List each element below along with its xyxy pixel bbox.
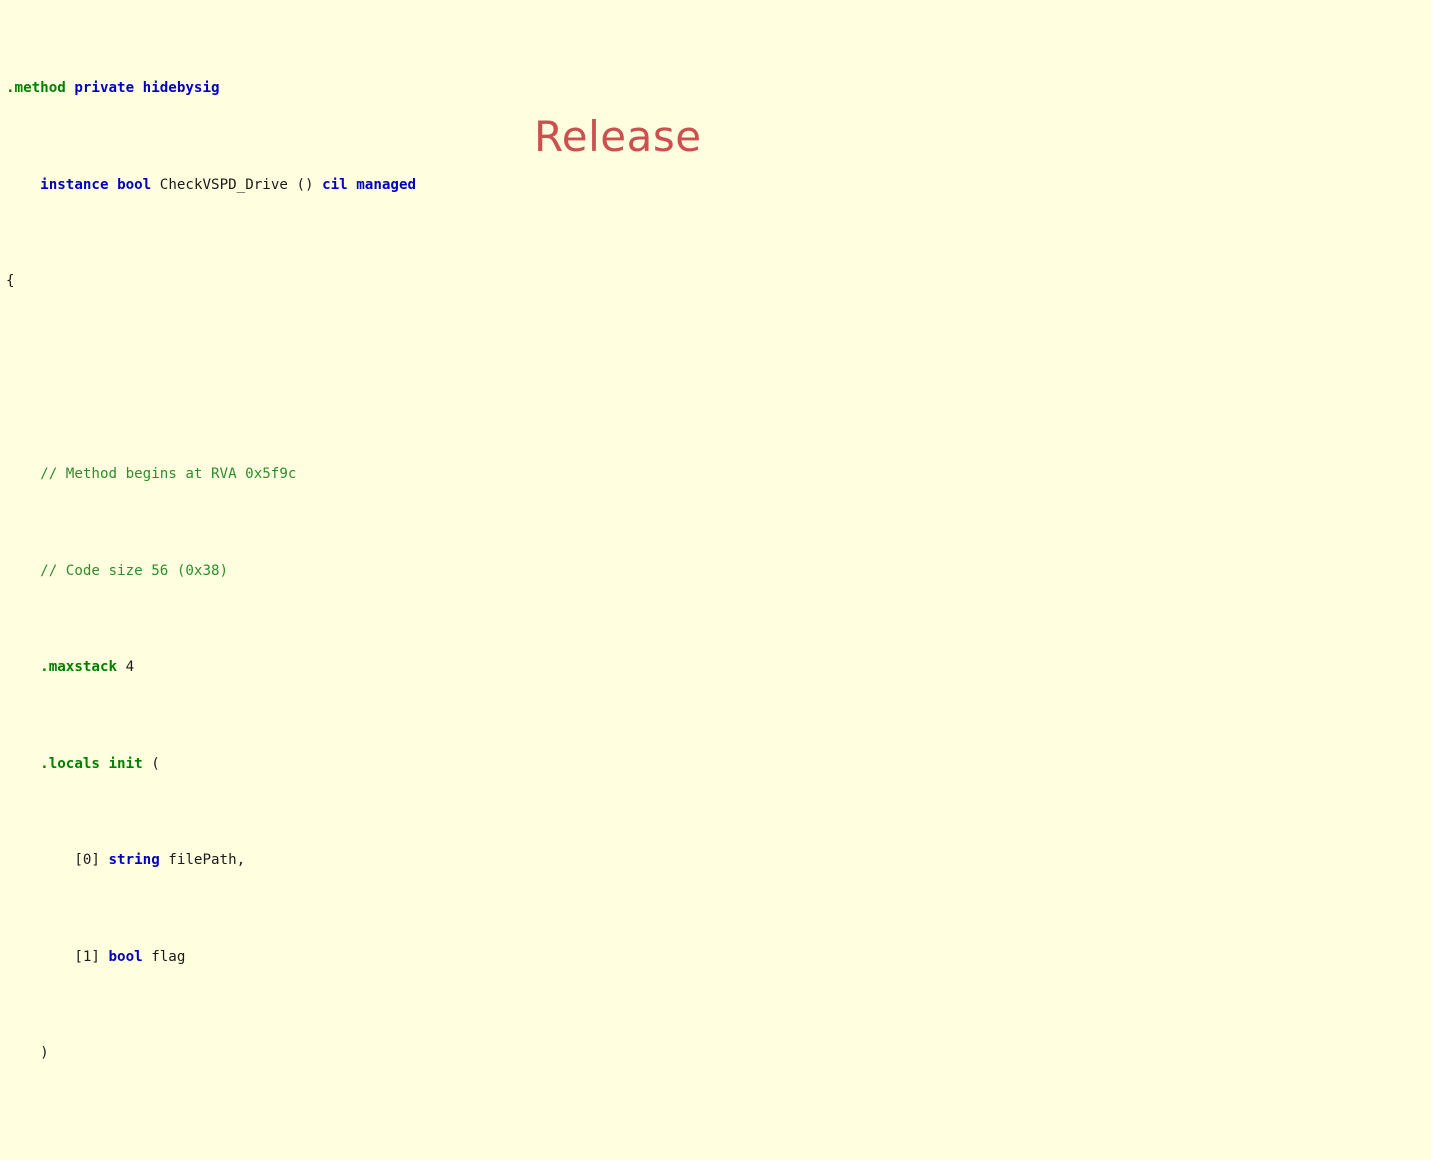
maxstack-directive: .maxstack (40, 659, 118, 676)
locals-open-paren: ( (142, 755, 160, 772)
method-signature-line-1: .method private hidebysig (6, 79, 1296, 98)
comment-rva: // Method begins at RVA 0x5f9c (40, 466, 297, 483)
maxstack-line: .maxstack 4 (6, 658, 1296, 677)
method-directive: .method (6, 80, 66, 97)
locals-line: .locals init ( (6, 755, 1296, 774)
local-name: filePath, (159, 852, 246, 869)
maxstack-value: 4 (117, 659, 135, 676)
local-var-row: [1] bool flag (6, 948, 1296, 967)
local-index: [1] (74, 948, 109, 965)
il-disassembly-view[interactable]: .method private hidebysig instance bool … (0, 0, 1431, 1061)
locals-init-kw: init (99, 755, 143, 772)
local-type: bool (108, 948, 143, 965)
code-block: .method private hidebysig instance bool … (6, 2, 1296, 1160)
local-var-row: [0] string filePath, (6, 851, 1296, 870)
open-brace-line: { (6, 272, 1296, 291)
method-signature-line-2: instance bool CheckVSPD_Drive () cil man… (6, 176, 1296, 195)
local-name: flag (142, 948, 186, 965)
comment-codesize: // Code size 56 (0x38) (40, 562, 229, 579)
open-brace: { (6, 273, 15, 290)
local-type: string (108, 852, 160, 869)
locals-close-paren: ) (40, 1045, 49, 1062)
kw-return-type: bool (117, 176, 152, 193)
kw-cil-managed: cil managed (322, 176, 417, 193)
comment-rva-line: // Method begins at RVA 0x5f9c (6, 465, 1296, 484)
method-modifiers: private hidebysig (74, 80, 220, 97)
method-name: CheckVSPD_Drive () (151, 176, 323, 193)
kw-instance: instance (40, 176, 109, 193)
locals-directive: .locals (40, 755, 100, 772)
local-index: [0] (74, 852, 109, 869)
comment-codesize-line: // Code size 56 (0x38) (6, 562, 1296, 581)
locals-close-line: ) (6, 1044, 1296, 1063)
